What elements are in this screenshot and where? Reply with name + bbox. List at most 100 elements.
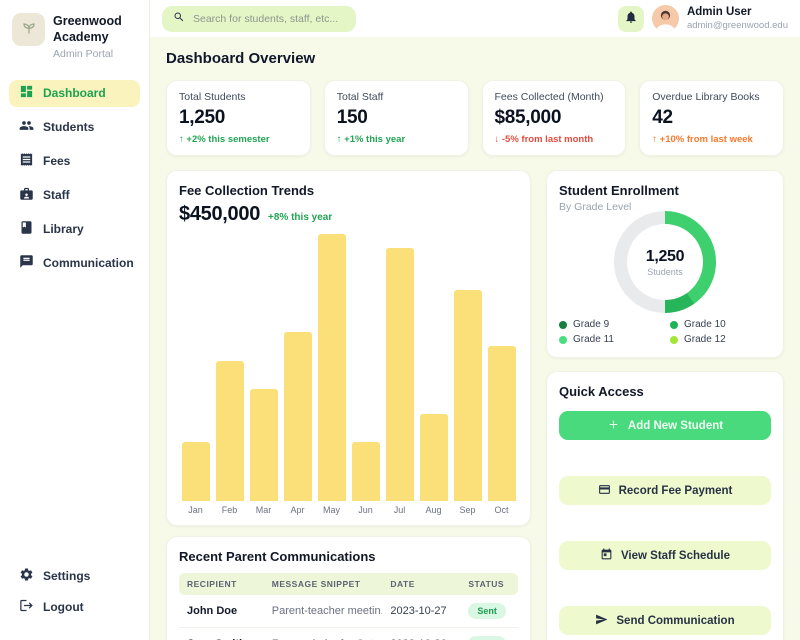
page-title: Dashboard Overview [166, 50, 784, 67]
chart-headline-value: $450,000 [179, 203, 260, 226]
calendar-icon [600, 548, 613, 564]
portal-label: Admin Portal [53, 48, 137, 60]
col-header-message: Message Snippet [264, 573, 383, 595]
stat-value: 1,250 [179, 107, 298, 129]
x-tick-label: Oct [494, 505, 508, 515]
sidebar: Greenwood Academy Admin Portal Dashboard… [0, 0, 150, 640]
communications-table: Recipient Message Snippet Date Status Jo… [179, 573, 518, 640]
dashboard-grid-icon [19, 84, 34, 102]
sidebar-item-label: Settings [43, 569, 90, 583]
paper-plane-icon [595, 613, 608, 629]
record-fee-payment-button[interactable]: Record Fee Payment [559, 476, 771, 505]
view-staff-schedule-button[interactable]: View Staff Schedule [559, 541, 771, 570]
cell-date: 2023-10-27 [382, 595, 460, 628]
x-tick-label: Feb [222, 505, 238, 515]
avatar[interactable] [652, 5, 679, 32]
sidebar-item-dashboard[interactable]: Dashboard [9, 80, 140, 107]
stat-card-overdue-books: Overdue Library Books 42 ↑ +10% from las… [639, 80, 784, 156]
stat-delta: ↑ +2% this semester [179, 134, 298, 145]
bar-mar [250, 389, 278, 501]
sidebar-item-library[interactable]: Library [9, 216, 140, 243]
stat-label: Fees Collected (Month) [495, 91, 614, 103]
table-row[interactable]: Jane Smith Fee reminder for Octo... 2023… [179, 628, 518, 640]
legend-dot-grade11 [559, 336, 567, 344]
trend-up-icon: ↑ [337, 134, 342, 145]
legend-label: Grade 9 [573, 319, 609, 330]
notifications-button[interactable] [618, 6, 644, 32]
main-area: Admin User admin@greenwood.edu Dashboard… [150, 0, 800, 640]
user-name: Admin User [687, 6, 788, 20]
cell-message: Parent-teacher meetin... [264, 595, 383, 628]
donut-center-value: 1,250 [646, 248, 685, 266]
stat-value: $85,000 [495, 107, 614, 129]
book-icon [19, 220, 34, 238]
bar-feb [216, 361, 244, 502]
sidebar-item-label: Staff [43, 188, 70, 202]
x-tick-label: Jun [358, 505, 373, 515]
quick-access-title: Quick Access [559, 384, 771, 399]
sidebar-item-students[interactable]: Students [9, 114, 140, 141]
stat-delta: ↑ +10% from last week [652, 134, 771, 145]
sidebar-item-communication[interactable]: Communication [9, 250, 140, 277]
trend-up-icon: ↑ [179, 134, 184, 145]
bar-oct [488, 346, 516, 501]
dashboard-grid: Fee Collection Trends $450,000 +8% this … [166, 170, 784, 640]
sidebar-item-label: Students [43, 120, 94, 134]
stat-label: Overdue Library Books [652, 91, 771, 103]
search-bar[interactable] [162, 6, 356, 32]
x-tick-label: Sep [459, 505, 475, 515]
table-header-row: Recipient Message Snippet Date Status [179, 573, 518, 595]
x-tick-label: Jul [394, 505, 406, 515]
left-column: Fee Collection Trends $450,000 +8% this … [166, 170, 531, 640]
sidebar-item-staff[interactable]: Staff [9, 182, 140, 209]
sidebar-nav: Dashboard Students Fees Staff Library Co… [9, 80, 140, 284]
stat-card-fees-collected: Fees Collected (Month) $85,000 ↓ -5% fro… [482, 80, 627, 156]
x-tick-label: Apr [290, 505, 304, 515]
plus-icon [607, 418, 620, 434]
enrollment-legend: Grade 9 Grade 10 Grade 11 Grade 12 [559, 319, 771, 345]
legend-label: Grade 10 [684, 319, 726, 330]
sidebar-item-label: Library [43, 222, 84, 236]
add-new-student-button[interactable]: Add New Student [559, 411, 771, 440]
chart-headline-delta: +8% this year [268, 212, 332, 223]
logout-icon [19, 598, 34, 616]
topbar-right: Admin User admin@greenwood.edu [618, 5, 788, 32]
enrollment-card: Student Enrollment By Grade Level 1,250 … [546, 170, 784, 358]
stat-value: 150 [337, 107, 456, 129]
sidebar-item-logout[interactable]: Logout [9, 593, 140, 620]
fee-trends-card: Fee Collection Trends $450,000 +8% this … [166, 170, 531, 526]
communications-card: Recent Parent Communications Recipient M… [166, 536, 531, 640]
search-input[interactable] [193, 13, 345, 25]
school-brand: Greenwood Academy Admin Portal [9, 13, 140, 60]
school-logo [12, 13, 45, 46]
topbar: Admin User admin@greenwood.edu [150, 0, 800, 37]
send-communication-button[interactable]: Send Communication [559, 606, 771, 635]
status-badge: Sent [468, 636, 506, 640]
legend-dot-grade12 [670, 336, 678, 344]
bar-sep [454, 290, 482, 501]
x-tick-label: Mar [256, 505, 272, 515]
sidebar-item-label: Dashboard [43, 86, 106, 100]
bar-jul [386, 248, 414, 501]
enrollment-donut-chart: 1,250 Students [614, 211, 716, 313]
user-block: Admin User admin@greenwood.edu [687, 6, 788, 31]
search-icon [173, 10, 185, 28]
bell-icon [624, 10, 638, 27]
bar-aug [420, 414, 448, 501]
col-header-status: Status [460, 573, 518, 595]
sidebar-item-label: Logout [43, 600, 84, 614]
legend-label: Grade 11 [573, 334, 614, 345]
legend-label: Grade 12 [684, 334, 726, 345]
people-icon [19, 118, 34, 136]
sidebar-spacer [9, 284, 140, 563]
status-badge: Sent [468, 603, 506, 619]
sidebar-item-fees[interactable]: Fees [9, 148, 140, 175]
stat-delta: ↑ +1% this year [337, 134, 456, 145]
stat-value: 42 [652, 107, 771, 129]
table-row[interactable]: John Doe Parent-teacher meetin... 2023-1… [179, 595, 518, 628]
col-header-recipient: Recipient [179, 573, 264, 595]
bar-chart: Jan Feb Mar Apr May Jun Jul Aug Sep Oct [179, 226, 518, 515]
sidebar-item-settings[interactable]: Settings [9, 562, 140, 589]
x-tick-label: Aug [425, 505, 441, 515]
trend-down-icon: ↓ [495, 134, 500, 145]
